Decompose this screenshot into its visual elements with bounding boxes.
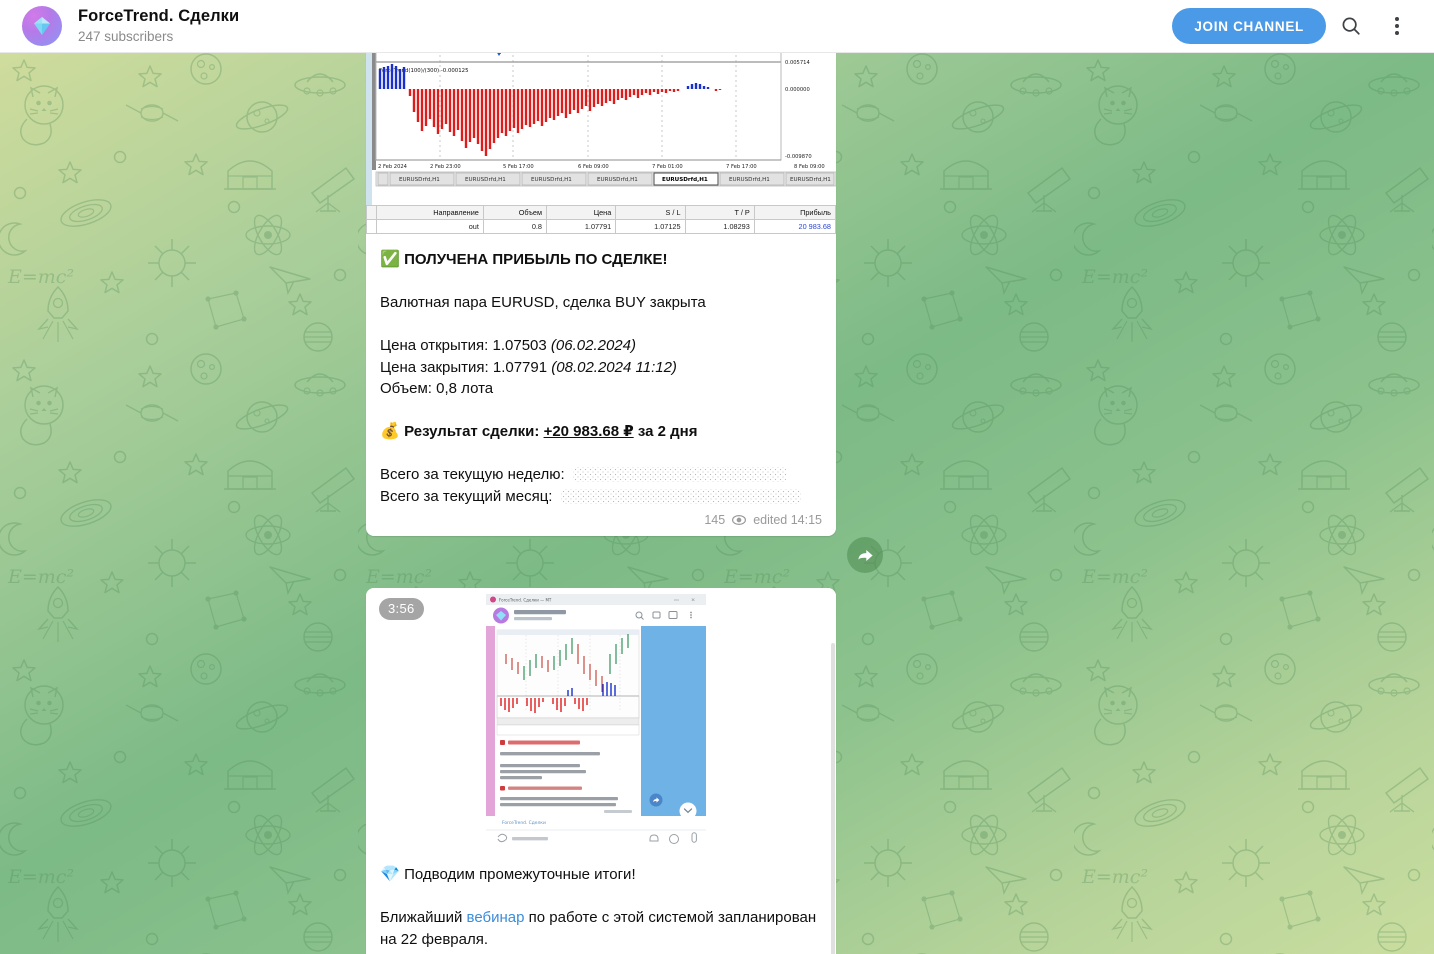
- table-row: out 0.8 1.07791 1.07125 1.08293 20 983.6…: [366, 219, 836, 234]
- indicator-axis-label: -0.009870: [785, 154, 812, 160]
- cell-volume: 0.8: [482, 219, 547, 234]
- col-stoploss: S / L: [615, 205, 686, 220]
- chart-tab-label-active: EURUSDrfd,H1: [662, 177, 708, 183]
- col-takeprofit: T / P: [684, 205, 755, 220]
- view-count: 145: [704, 513, 726, 527]
- month-total-line: Всего за текущий месяц:: [380, 486, 822, 508]
- month-total-label: Всего за текущий месяц:: [380, 487, 553, 505]
- chart-tab-label: EURUSDrfd,H1: [399, 177, 440, 183]
- message-text: ✅ ПОЛУЧЕНА ПРИБЫЛЬ ПО СДЕЛКЕ! Валютная п…: [366, 238, 836, 511]
- chart-tab-label: EURUSDrfd,H1: [597, 177, 638, 183]
- svg-text:ForceTrend. Сделки: ForceTrend. Сделки: [502, 820, 546, 826]
- headline-line: ✅ ПОЛУЧЕНА ПРИБЫЛЬ ПО СДЕЛКЕ!: [380, 249, 822, 271]
- open-price-value: 1.07503: [492, 337, 547, 354]
- headline: ПОЛУЧЕНА ПРИБЫЛЬ ПО СДЕЛКЕ!: [404, 251, 668, 268]
- svg-text:✕: ✕: [691, 598, 695, 604]
- cell-takeprofit: 1.08293: [684, 219, 755, 234]
- gem-stone-icon: 💎: [380, 866, 400, 883]
- cell-direction: out: [376, 219, 484, 234]
- headline: Подводим промежуточные итоги!: [404, 866, 636, 883]
- hidden-spoiler-week[interactable]: [572, 467, 786, 482]
- video-duration-badge: 3:56: [379, 598, 424, 620]
- indicator-axis-label: 0.000000: [785, 87, 810, 93]
- share-arrow-icon: [857, 549, 873, 561]
- dot: [1395, 31, 1399, 35]
- white-check-mark-icon: ✅: [380, 251, 400, 268]
- subscriber-count: 247 subscribers: [78, 29, 174, 44]
- header-actions: JOIN CHANNEL: [1172, 5, 1418, 47]
- scrollbar[interactable]: [831, 643, 835, 954]
- webinar-line: Ближайший вебинар по работе с этой систе…: [380, 907, 822, 950]
- cell-price: 1.07791: [545, 219, 617, 234]
- open-price-line: Цена открытия: 1.07503 (06.02.2024): [380, 335, 822, 357]
- time-axis-label: 5 Feb 17:00: [503, 164, 534, 170]
- eye-icon: [732, 515, 747, 525]
- channel-info: ForceTrend. Сделки 247 subscribers: [78, 7, 239, 45]
- time-axis-label: 7 Feb 17:00: [726, 164, 757, 170]
- dot: [1395, 17, 1399, 21]
- trade-table: Направление Объем Цена S / L T / P Прибы…: [366, 205, 836, 238]
- headline-line: 💎 Подводим промежуточные итоги!: [380, 864, 822, 886]
- open-date: (06.02.2024): [550, 337, 636, 354]
- volume-line: Объем: 0,8 лота: [380, 380, 494, 397]
- close-date: (08.02.2024 11:12): [551, 358, 677, 376]
- avatar[interactable]: [22, 6, 62, 46]
- table-header-row: Направление Объем Цена S / L T / P Прибы…: [366, 205, 836, 220]
- week-total-line: Всего за текущую неделю:: [380, 464, 822, 486]
- hidden-spoiler-month[interactable]: [560, 488, 801, 504]
- result-suffix: за 2 дня: [637, 423, 698, 440]
- result-label: Результат сделки:: [404, 423, 540, 440]
- webinar-text-before: Ближайший: [380, 909, 467, 926]
- svg-text:▭: ▭: [674, 598, 679, 604]
- more-vertical-icon[interactable]: [1376, 5, 1418, 47]
- close-price-line: Цена закрытия: 1.07791 (08.02.2024 11:12…: [380, 357, 822, 379]
- chart-tab-label: EURUSDrfd,H1: [790, 177, 831, 183]
- time-axis-label: 2 Feb 23:00: [430, 164, 461, 170]
- chart-tab-label: EURUSDrfd,H1: [729, 177, 770, 183]
- open-price-label: Цена открытия:: [380, 337, 489, 354]
- message-list: ForceTrend(100)/(300) -0.000125 0.005714…: [0, 0, 1434, 954]
- close-price-label: Цена закрытия:: [380, 358, 489, 376]
- message-text: 💎 Подводим промежуточные итоги! Ближайши…: [366, 853, 836, 954]
- time-axis-label: 6 Feb 09:00: [578, 164, 609, 170]
- message-bubble: 3:56 ForceTrend. Сделки — MT ▭ ✕ ForceTr…: [366, 588, 836, 954]
- forward-button[interactable]: [847, 537, 883, 573]
- chart-tab-label: EURUSDrfd,H1: [531, 177, 572, 183]
- close-price-value: 1.07791: [492, 358, 548, 376]
- channel-title: ForceTrend. Сделки: [78, 7, 240, 25]
- edited-timestamp: edited 14:15: [753, 513, 822, 527]
- join-channel-button[interactable]: JOIN CHANNEL: [1172, 8, 1326, 44]
- week-total-label: Всего за текущую неделю:: [380, 466, 565, 483]
- col-direction: Направление: [376, 205, 484, 220]
- time-axis-label: 8 Feb 09:00: [794, 164, 825, 170]
- channel-header: ForceTrend. Сделки 247 subscribers JOIN …: [0, 0, 1434, 53]
- message-bubble: ForceTrend(100)/(300) -0.000125 0.005714…: [366, 0, 836, 536]
- telegram-window-preview: ForceTrend. Сделки — MT ▭ ✕ ForceTrend. …: [486, 594, 706, 848]
- dot: [1395, 24, 1399, 28]
- time-axis-label: 2 Feb 2024: [378, 164, 408, 170]
- svg-text:ForceTrend. Сделки — MT: ForceTrend. Сделки — MT: [499, 598, 552, 603]
- indicator-axis-label: 0.005714: [785, 60, 810, 66]
- webinar-link[interactable]: вебинар: [467, 909, 525, 926]
- col-profit: Прибыль: [753, 205, 836, 220]
- gem-diamond-icon: [34, 17, 50, 35]
- cell-profit: 20 983.68: [753, 219, 836, 234]
- col-volume: Объем: [482, 205, 547, 220]
- result-line: 💰 Результат сделки: +20 983.68 ₽ за 2 дн…: [380, 421, 822, 443]
- money-bag-icon: 💰: [380, 423, 400, 440]
- col-price: Цена: [545, 205, 617, 220]
- video-thumbnail[interactable]: 3:56 ForceTrend. Сделки — MT ▭ ✕ ForceTr…: [366, 588, 836, 954]
- result-value[interactable]: +20 983.68 ₽: [544, 423, 634, 440]
- pair-line: Валютная пара EURUSD, сделка BUY закрыта: [380, 294, 706, 311]
- search-icon[interactable]: [1330, 5, 1372, 47]
- message-footer: 145 edited 14:15: [366, 511, 836, 536]
- cell-stoploss: 1.07125: [615, 219, 686, 234]
- time-axis-label: 7 Feb 01:00: [652, 164, 683, 170]
- chart-tab-label: EURUSDrfd,H1: [465, 177, 506, 183]
